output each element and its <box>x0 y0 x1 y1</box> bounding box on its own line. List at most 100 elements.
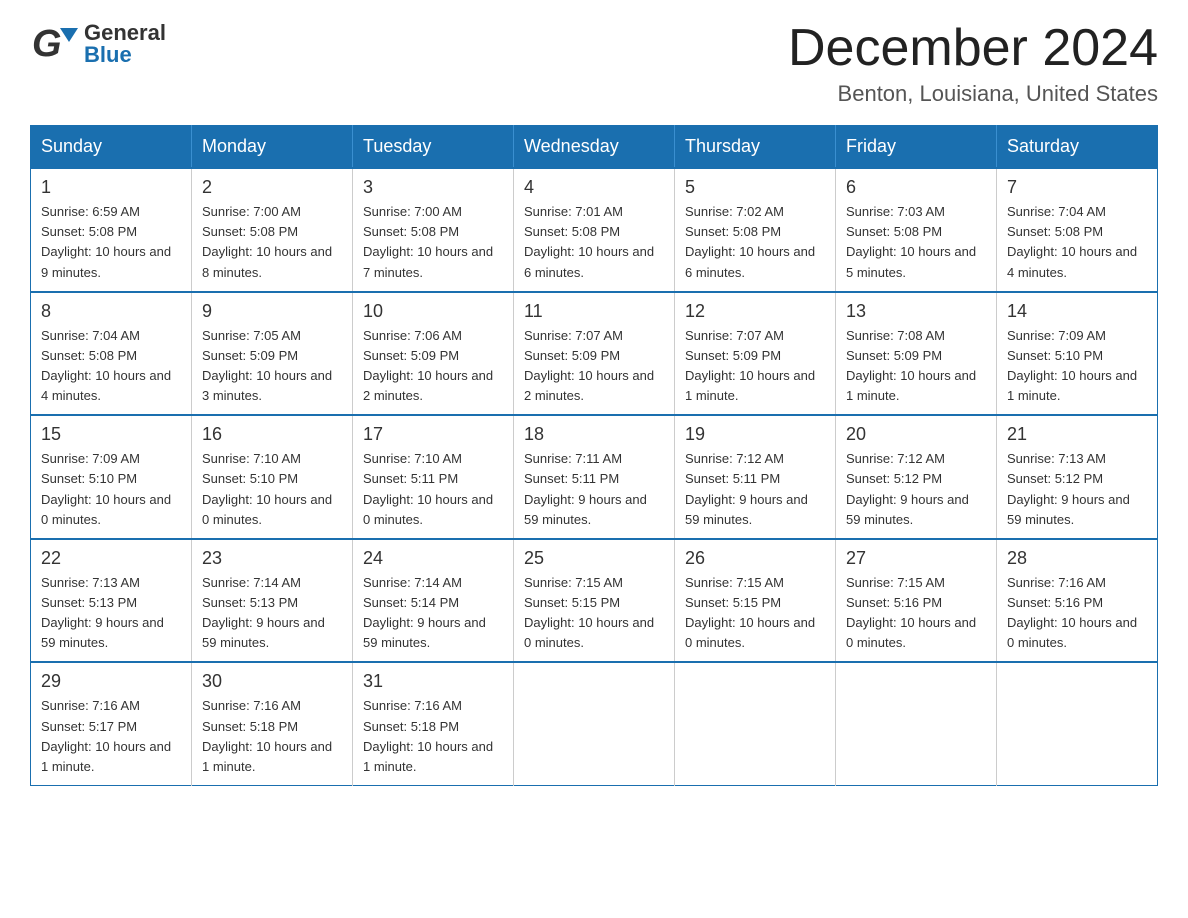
calendar-cell: 2 Sunrise: 7:00 AMSunset: 5:08 PMDayligh… <box>192 168 353 292</box>
day-number: 26 <box>685 548 825 569</box>
logo-general: General <box>84 22 166 44</box>
title-section: December 2024 Benton, Louisiana, United … <box>788 20 1158 107</box>
day-info: Sunrise: 7:06 AMSunset: 5:09 PMDaylight:… <box>363 326 503 407</box>
day-number: 20 <box>846 424 986 445</box>
calendar-cell: 22 Sunrise: 7:13 AMSunset: 5:13 PMDaylig… <box>31 539 192 663</box>
day-info: Sunrise: 6:59 AMSunset: 5:08 PMDaylight:… <box>41 202 181 283</box>
calendar-week-row: 1 Sunrise: 6:59 AMSunset: 5:08 PMDayligh… <box>31 168 1158 292</box>
column-header-tuesday: Tuesday <box>353 126 514 169</box>
day-info: Sunrise: 7:03 AMSunset: 5:08 PMDaylight:… <box>846 202 986 283</box>
calendar-cell: 8 Sunrise: 7:04 AMSunset: 5:08 PMDayligh… <box>31 292 192 416</box>
calendar-cell: 15 Sunrise: 7:09 AMSunset: 5:10 PMDaylig… <box>31 415 192 539</box>
month-title: December 2024 <box>788 20 1158 77</box>
day-info: Sunrise: 7:12 AMSunset: 5:12 PMDaylight:… <box>846 449 986 530</box>
day-number: 21 <box>1007 424 1147 445</box>
day-info: Sunrise: 7:02 AMSunset: 5:08 PMDaylight:… <box>685 202 825 283</box>
day-info: Sunrise: 7:07 AMSunset: 5:09 PMDaylight:… <box>685 326 825 407</box>
calendar-cell: 3 Sunrise: 7:00 AMSunset: 5:08 PMDayligh… <box>353 168 514 292</box>
calendar-body: 1 Sunrise: 6:59 AMSunset: 5:08 PMDayligh… <box>31 168 1158 785</box>
calendar-cell <box>997 662 1158 785</box>
day-number: 5 <box>685 177 825 198</box>
calendar-cell: 13 Sunrise: 7:08 AMSunset: 5:09 PMDaylig… <box>836 292 997 416</box>
day-info: Sunrise: 7:07 AMSunset: 5:09 PMDaylight:… <box>524 326 664 407</box>
day-number: 15 <box>41 424 181 445</box>
day-number: 7 <box>1007 177 1147 198</box>
calendar-cell: 29 Sunrise: 7:16 AMSunset: 5:17 PMDaylig… <box>31 662 192 785</box>
day-info: Sunrise: 7:16 AMSunset: 5:17 PMDaylight:… <box>41 696 181 777</box>
calendar-cell: 4 Sunrise: 7:01 AMSunset: 5:08 PMDayligh… <box>514 168 675 292</box>
day-info: Sunrise: 7:04 AMSunset: 5:08 PMDaylight:… <box>1007 202 1147 283</box>
column-header-thursday: Thursday <box>675 126 836 169</box>
calendar-cell: 1 Sunrise: 6:59 AMSunset: 5:08 PMDayligh… <box>31 168 192 292</box>
column-header-wednesday: Wednesday <box>514 126 675 169</box>
day-number: 4 <box>524 177 664 198</box>
day-info: Sunrise: 7:16 AMSunset: 5:16 PMDaylight:… <box>1007 573 1147 654</box>
day-info: Sunrise: 7:16 AMSunset: 5:18 PMDaylight:… <box>202 696 342 777</box>
svg-text:G: G <box>32 23 62 65</box>
day-info: Sunrise: 7:10 AMSunset: 5:10 PMDaylight:… <box>202 449 342 530</box>
column-header-saturday: Saturday <box>997 126 1158 169</box>
day-number: 24 <box>363 548 503 569</box>
day-info: Sunrise: 7:09 AMSunset: 5:10 PMDaylight:… <box>41 449 181 530</box>
day-number: 17 <box>363 424 503 445</box>
calendar-week-row: 15 Sunrise: 7:09 AMSunset: 5:10 PMDaylig… <box>31 415 1158 539</box>
day-info: Sunrise: 7:08 AMSunset: 5:09 PMDaylight:… <box>846 326 986 407</box>
column-header-friday: Friday <box>836 126 997 169</box>
day-number: 14 <box>1007 301 1147 322</box>
header-row: SundayMondayTuesdayWednesdayThursdayFrid… <box>31 126 1158 169</box>
calendar-table: SundayMondayTuesdayWednesdayThursdayFrid… <box>30 125 1158 786</box>
day-number: 29 <box>41 671 181 692</box>
calendar-cell: 12 Sunrise: 7:07 AMSunset: 5:09 PMDaylig… <box>675 292 836 416</box>
calendar-cell: 25 Sunrise: 7:15 AMSunset: 5:15 PMDaylig… <box>514 539 675 663</box>
calendar-cell: 16 Sunrise: 7:10 AMSunset: 5:10 PMDaylig… <box>192 415 353 539</box>
day-number: 13 <box>846 301 986 322</box>
logo-blue: Blue <box>84 44 166 66</box>
calendar-cell: 24 Sunrise: 7:14 AMSunset: 5:14 PMDaylig… <box>353 539 514 663</box>
day-number: 12 <box>685 301 825 322</box>
calendar-cell: 19 Sunrise: 7:12 AMSunset: 5:11 PMDaylig… <box>675 415 836 539</box>
calendar-week-row: 29 Sunrise: 7:16 AMSunset: 5:17 PMDaylig… <box>31 662 1158 785</box>
calendar-week-row: 8 Sunrise: 7:04 AMSunset: 5:08 PMDayligh… <box>31 292 1158 416</box>
day-number: 16 <box>202 424 342 445</box>
day-info: Sunrise: 7:10 AMSunset: 5:11 PMDaylight:… <box>363 449 503 530</box>
day-number: 28 <box>1007 548 1147 569</box>
day-number: 10 <box>363 301 503 322</box>
calendar-cell: 31 Sunrise: 7:16 AMSunset: 5:18 PMDaylig… <box>353 662 514 785</box>
day-number: 18 <box>524 424 664 445</box>
calendar-cell <box>675 662 836 785</box>
day-info: Sunrise: 7:15 AMSunset: 5:16 PMDaylight:… <box>846 573 986 654</box>
logo-text-block: General Blue <box>84 22 166 66</box>
column-header-sunday: Sunday <box>31 126 192 169</box>
day-number: 22 <box>41 548 181 569</box>
calendar-cell: 5 Sunrise: 7:02 AMSunset: 5:08 PMDayligh… <box>675 168 836 292</box>
calendar-cell: 23 Sunrise: 7:14 AMSunset: 5:13 PMDaylig… <box>192 539 353 663</box>
day-number: 11 <box>524 301 664 322</box>
day-info: Sunrise: 7:11 AMSunset: 5:11 PMDaylight:… <box>524 449 664 530</box>
day-number: 6 <box>846 177 986 198</box>
calendar-cell: 27 Sunrise: 7:15 AMSunset: 5:16 PMDaylig… <box>836 539 997 663</box>
day-number: 23 <box>202 548 342 569</box>
day-info: Sunrise: 7:15 AMSunset: 5:15 PMDaylight:… <box>524 573 664 654</box>
calendar-cell: 6 Sunrise: 7:03 AMSunset: 5:08 PMDayligh… <box>836 168 997 292</box>
logo-icon: G <box>30 20 78 68</box>
logo: G General Blue <box>30 20 166 68</box>
day-number: 30 <box>202 671 342 692</box>
calendar-cell: 20 Sunrise: 7:12 AMSunset: 5:12 PMDaylig… <box>836 415 997 539</box>
calendar-header: SundayMondayTuesdayWednesdayThursdayFrid… <box>31 126 1158 169</box>
day-number: 1 <box>41 177 181 198</box>
calendar-cell: 9 Sunrise: 7:05 AMSunset: 5:09 PMDayligh… <box>192 292 353 416</box>
calendar-cell <box>514 662 675 785</box>
calendar-cell: 18 Sunrise: 7:11 AMSunset: 5:11 PMDaylig… <box>514 415 675 539</box>
page-header: G General Blue December 2024 Benton, Lou… <box>30 20 1158 107</box>
day-number: 25 <box>524 548 664 569</box>
calendar-cell: 17 Sunrise: 7:10 AMSunset: 5:11 PMDaylig… <box>353 415 514 539</box>
calendar-cell <box>836 662 997 785</box>
day-info: Sunrise: 7:09 AMSunset: 5:10 PMDaylight:… <box>1007 326 1147 407</box>
calendar-cell: 14 Sunrise: 7:09 AMSunset: 5:10 PMDaylig… <box>997 292 1158 416</box>
calendar-cell: 21 Sunrise: 7:13 AMSunset: 5:12 PMDaylig… <box>997 415 1158 539</box>
calendar-cell: 26 Sunrise: 7:15 AMSunset: 5:15 PMDaylig… <box>675 539 836 663</box>
day-number: 27 <box>846 548 986 569</box>
day-info: Sunrise: 7:00 AMSunset: 5:08 PMDaylight:… <box>363 202 503 283</box>
day-info: Sunrise: 7:14 AMSunset: 5:13 PMDaylight:… <box>202 573 342 654</box>
calendar-cell: 7 Sunrise: 7:04 AMSunset: 5:08 PMDayligh… <box>997 168 1158 292</box>
